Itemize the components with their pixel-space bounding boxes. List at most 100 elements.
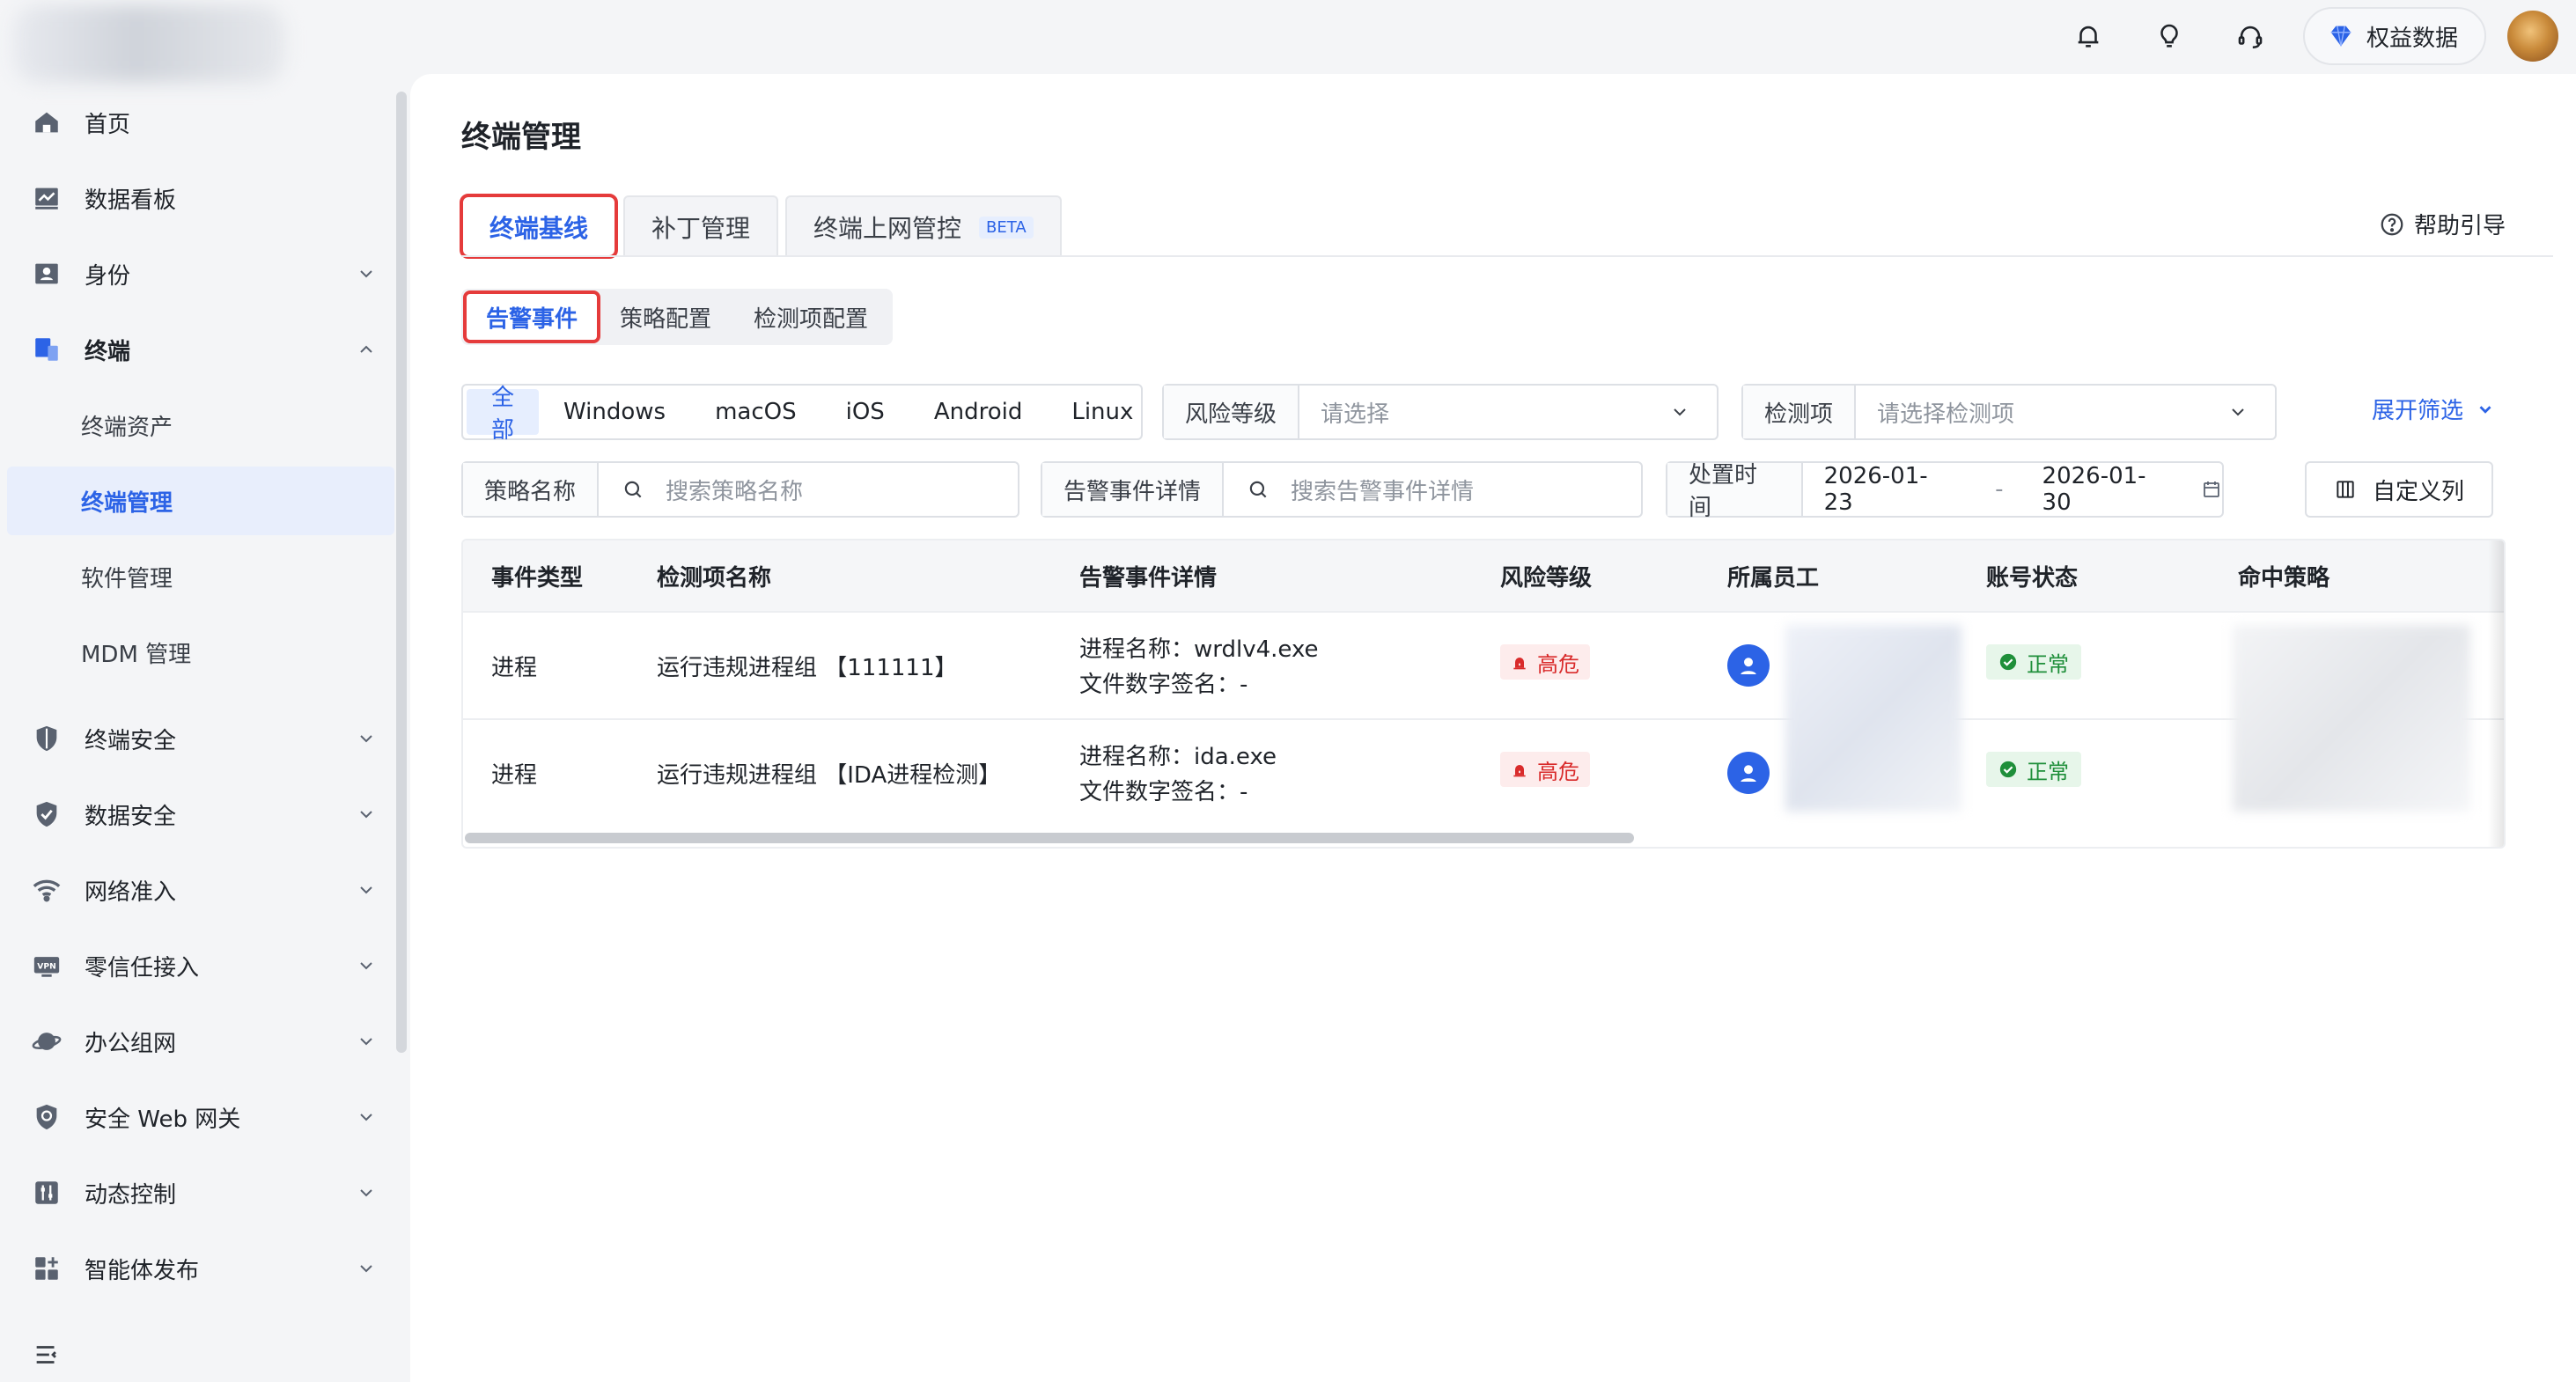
column-header-risk-level: 风险等级	[1500, 564, 1593, 592]
question-circle-icon	[2381, 213, 2403, 235]
collapse-menu-icon[interactable]	[32, 1340, 62, 1370]
alert-detail-cell: 进程名称：wrdlv4.exe 文件数字签名：-	[1079, 632, 1319, 702]
sidebar-item-office-network[interactable]: 办公组网	[0, 1007, 394, 1076]
sidebar-item-endpoint-security[interactable]: 终端安全	[0, 704, 394, 773]
sidebar-subitem-endpoint-management[interactable]: 终端管理	[7, 467, 394, 535]
sidebar-item-label: 数据安全	[85, 803, 177, 830]
risk-level-select[interactable]: 风险等级 请选择	[1162, 384, 1719, 440]
chevron-down-icon	[360, 1038, 372, 1046]
policy-name-search[interactable]: 策略名称 搜索策略名称	[461, 461, 1019, 518]
equity-data-button[interactable]: 权益数据	[2302, 7, 2486, 65]
status-label: 正常	[2027, 759, 2069, 784]
sidebar-item-label: 终端	[85, 338, 131, 365]
user-icon	[1741, 658, 1756, 674]
logo[interactable]	[12, 5, 285, 83]
risk-badge: 高危	[1500, 752, 1590, 787]
date-end[interactable]: 2026-01-30	[2004, 463, 2175, 516]
sidebar-item-label: 终端安全	[85, 727, 177, 754]
disposal-time-label: 处置时间	[1667, 462, 1803, 521]
employee-avatar	[1727, 644, 1770, 687]
date-separator: -	[1995, 476, 2004, 503]
sidebar-subitem-label: 软件管理	[81, 565, 173, 592]
sidebar-item-data-security[interactable]: 数据安全	[0, 780, 394, 849]
beta-badge: BETA	[979, 216, 1034, 239]
os-filter-windows[interactable]: Windows	[539, 389, 690, 435]
subtab-policy-config[interactable]: 策略配置	[599, 292, 732, 342]
os-filter-all[interactable]: 全部	[467, 385, 540, 444]
sidebar-item-secure-web-gateway[interactable]: 安全 Web 网关	[0, 1083, 394, 1151]
chevron-down-icon	[360, 1265, 372, 1273]
sidebar-item-label: 零信任接入	[85, 954, 200, 981]
id-card-icon	[32, 259, 62, 289]
sidebar-item-zero-trust[interactable]: VPN 零信任接入	[0, 931, 394, 1000]
chart-board-icon	[32, 183, 62, 213]
sidebar-item-agent-publish[interactable]: 智能体发布	[0, 1234, 394, 1303]
svg-text:VPN: VPN	[37, 962, 56, 972]
risk-label: 高危	[1537, 759, 1579, 784]
column-header-account-status: 账号状态	[1986, 564, 2079, 592]
sidebar-item-label: 安全 Web 网关	[85, 1106, 241, 1133]
sidebar-item-home[interactable]: 首页	[0, 88, 394, 157]
column-header-check-name: 检测项名称	[657, 564, 772, 592]
risk-level-label: 风险等级	[1164, 386, 1300, 438]
sidebar-item-dashboard[interactable]: 数据看板	[0, 164, 394, 232]
primary-tabs: 终端基线 补丁管理 终端上网管控 BETA	[459, 194, 1069, 259]
tab-endpoint-web-control[interactable]: 终端上网管控 BETA	[785, 195, 1062, 257]
os-filter-ios[interactable]: iOS	[821, 389, 909, 435]
sidebar-subitem-label: 终端资产	[81, 414, 173, 441]
alert-events-table: 事件类型 检测项名称 告警事件详情 风险等级 所属员工 账号状态 命中策略 进程…	[461, 539, 2506, 849]
sidebar-item-label: 动态控制	[85, 1181, 177, 1209]
alert-detail-search[interactable]: 告警事件详情 搜索告警事件详情	[1041, 461, 1643, 518]
table-header: 事件类型 检测项名称 告警事件详情 风险等级 所属员工 账号状态 命中策略	[463, 540, 2504, 611]
custom-columns-button[interactable]: 自定义列	[2305, 461, 2493, 518]
check-item-label: 检测项	[1743, 386, 1857, 438]
lightbulb-icon[interactable]	[2152, 18, 2187, 54]
sidebar-scrollbar[interactable]	[396, 92, 407, 1053]
chevron-down-icon	[360, 886, 372, 894]
chevron-down-icon	[1674, 408, 1686, 416]
sidebar-subitem-software-management[interactable]: 软件管理	[0, 542, 394, 611]
os-filter-android[interactable]: Android	[909, 389, 1048, 435]
main-panel: 终端管理 终端基线 补丁管理 终端上网管控 BETA 帮助引导 告警事件 策略配…	[410, 74, 2576, 1382]
headset-icon[interactable]	[2233, 18, 2268, 54]
sidebar-item-endpoint[interactable]: 终端	[0, 315, 394, 384]
sidebar-item-dynamic-control[interactable]: 动态控制	[0, 1158, 394, 1227]
user-avatar[interactable]	[2507, 11, 2558, 62]
tab-endpoint-baseline[interactable]: 终端基线	[459, 194, 619, 259]
check-item-select[interactable]: 检测项 请选择检测项	[1741, 384, 2277, 440]
bell-icon[interactable]	[2071, 18, 2106, 54]
os-filter-label: 全部	[491, 385, 515, 444]
os-filter-label: Linux	[1071, 399, 1134, 425]
subtab-check-item-config[interactable]: 检测项配置	[732, 292, 889, 342]
alarm-icon	[1513, 765, 1526, 777]
sidebar-subitem-endpoint-assets[interactable]: 终端资产	[0, 391, 394, 459]
subtab-alert-events[interactable]: 告警事件	[462, 290, 601, 343]
help-guide-link[interactable]: 帮助引导	[2379, 208, 2506, 240]
alarm-icon	[1513, 658, 1526, 670]
sidebar-item-network-access[interactable]: 网络准入	[0, 856, 394, 924]
risk-level-placeholder: 请选择	[1321, 401, 1390, 428]
chevron-up-icon	[360, 345, 372, 353]
sidebar-item-label: 办公组网	[85, 1030, 177, 1057]
sidebar-subitem-mdm-management[interactable]: MDM 管理	[0, 618, 394, 687]
employee-avatar	[1727, 752, 1770, 794]
tab-patch-management[interactable]: 补丁管理	[623, 195, 779, 257]
alert-detail-label: 告警事件详情	[1042, 463, 1225, 516]
subtab-label: 策略配置	[620, 305, 712, 333]
table-row[interactable]: 进程 运行违规进程组 【111111】 进程名称：wrdlv4.exe 文件数字…	[463, 611, 2504, 718]
check-circle-icon	[1999, 653, 2017, 671]
tab-label: 终端上网管控	[813, 214, 962, 243]
sidebar-item-identity[interactable]: 身份	[0, 239, 394, 308]
expand-filters-button[interactable]: 展开筛选	[2372, 393, 2495, 425]
os-filter-macos[interactable]: macOS	[690, 389, 821, 435]
alert-detail-cell: 进程名称：ida.exe 文件数字签名：-	[1079, 739, 1277, 810]
date-start[interactable]: 2026-01-23	[1803, 463, 1957, 516]
os-filter-linux[interactable]: Linux	[1047, 389, 1158, 435]
table-row[interactable]: 进程 运行违规进程组 【IDA进程检测】 进程名称：ida.exe 文件数字签名…	[463, 718, 2504, 826]
status-badge: 正常	[1986, 644, 2081, 680]
sidebar-item-label: 智能体发布	[85, 1257, 200, 1284]
user-icon	[1741, 765, 1756, 782]
table-horizontal-scrollbar[interactable]	[465, 833, 1634, 843]
sidebar-item-label: 身份	[85, 262, 131, 290]
disposal-time-range[interactable]: 处置时间 2026-01-23 - 2026-01-30	[1666, 461, 2224, 521]
